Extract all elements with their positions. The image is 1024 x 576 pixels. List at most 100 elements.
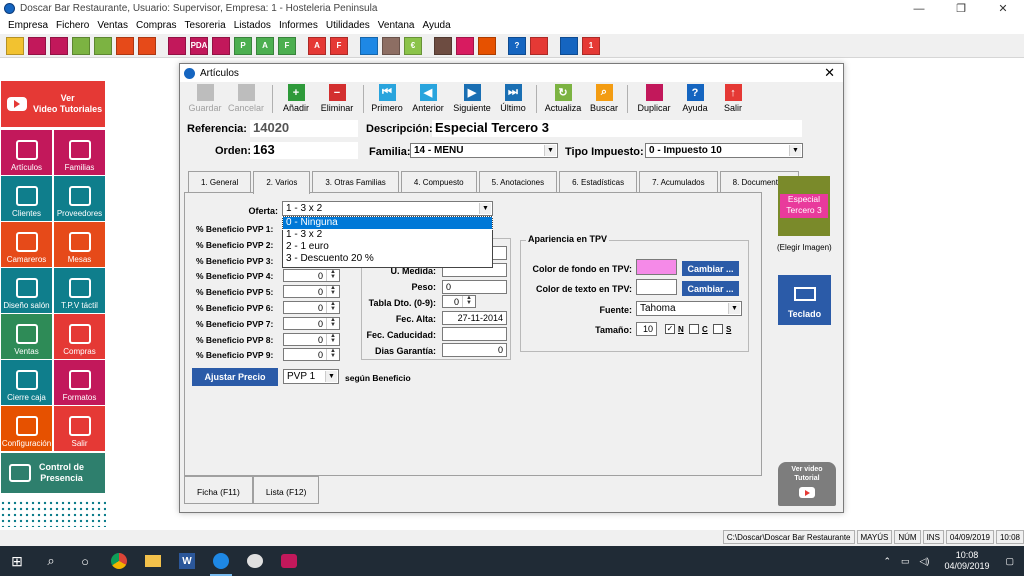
control-presencia-button[interactable]: Control de Presencia [1, 453, 105, 493]
f-red-icon[interactable]: F [330, 36, 348, 55]
tab-4[interactable]: 4. Compuesto [400, 171, 477, 192]
volume-icon[interactable]: ◁) [920, 556, 930, 567]
cambiar-texto-button[interactable]: Cambiar ... [682, 281, 739, 296]
doc-icon[interactable] [382, 36, 400, 55]
menu-informes[interactable]: Informes [275, 20, 322, 31]
ajustar-precio-button[interactable]: Ajustar Precio [192, 368, 278, 386]
guardar-button[interactable]: Guardar [186, 82, 224, 118]
tile-configuracion[interactable]: Configuración [1, 406, 52, 451]
phone-icon[interactable] [434, 36, 452, 55]
tipo-impuesto-select[interactable]: 0 - Impuesto 10 ▼ [645, 143, 803, 158]
duplicar-button[interactable]: Duplicar [632, 82, 676, 118]
oferta-option[interactable]: 1 - 3 x 2 [283, 229, 492, 241]
menu-ventas[interactable]: Ventas [93, 20, 132, 31]
añadir-button[interactable]: + Añadir [277, 82, 315, 118]
tile-compras[interactable]: Compras [54, 314, 105, 359]
tamano-field[interactable]: 10 [636, 322, 657, 336]
dias-garantia-field[interactable]: 0 [442, 343, 507, 357]
check-c[interactable] [689, 324, 699, 334]
close-button[interactable]: ✕ [982, 0, 1024, 17]
elegir-imagen-link[interactable]: (Elegir Imagen) [777, 243, 832, 252]
tile-cierre-caja[interactable]: Cierre caja [1, 360, 52, 405]
doc-green-icon[interactable] [94, 36, 112, 55]
tile-tpv-tactil[interactable]: T.P.V táctil [54, 268, 105, 313]
network-icon[interactable]: ▭ [901, 556, 910, 567]
beneficio-pvp-spinner[interactable]: 0▲▼ [283, 269, 340, 283]
anterior-button[interactable]: ◀ Anterior [406, 82, 450, 118]
pvp-select[interactable]: PVP 1 ▼ [283, 369, 339, 384]
tile-proveedores[interactable]: Proveedores [54, 176, 105, 221]
beneficio-pvp-spinner[interactable]: 0▲▼ [283, 316, 340, 330]
check-n[interactable]: ✓ [665, 324, 675, 334]
safe-icon[interactable] [360, 36, 378, 55]
article-image[interactable]: Especial Tercero 3 [778, 176, 830, 236]
task-view-icon[interactable]: ○ [68, 546, 102, 576]
tile-ventas[interactable]: Ventas [1, 314, 52, 359]
beneficio-pvp-spinner[interactable]: 0▲▼ [283, 285, 340, 299]
tab-2[interactable]: 2. Varios [253, 171, 311, 194]
tabla-dto-spinner[interactable]: 0 ▲ ▼ [442, 295, 476, 308]
ver-video-tutorial-button[interactable]: Ver video Tutorial [778, 462, 836, 506]
tile-clientes[interactable]: Clientes [1, 176, 52, 221]
settings-icon[interactable] [456, 36, 474, 55]
a-red-icon[interactable]: A [308, 36, 326, 55]
cambiar-fondo-button[interactable]: Cambiar ... [682, 261, 739, 276]
chrome-icon[interactable] [102, 546, 136, 576]
tile-familias[interactable]: Familias [54, 130, 105, 175]
tab-6[interactable]: 6. Estadísticas [559, 171, 638, 192]
exit-icon[interactable] [530, 36, 548, 55]
descripcion-field[interactable]: Especial Tercero 3 [432, 120, 802, 137]
beneficio-pvp-spinner[interactable]: 0▲▼ [283, 301, 340, 314]
search-icon[interactable]: ⌕ [34, 546, 68, 576]
doscar-app-icon[interactable] [204, 546, 238, 576]
fec-alta-field[interactable]: 27-11-2014 [442, 311, 507, 325]
clock[interactable]: 10:08 04/09/2019 [944, 550, 989, 572]
paint-icon[interactable] [238, 546, 272, 576]
cancelar-button[interactable]: Cancelar [224, 82, 268, 118]
salir-button[interactable]: ↑ Salir [714, 82, 752, 118]
tab-3[interactable]: 3. Otras Familias [312, 171, 399, 192]
tab-5[interactable]: 5. Anotaciones [478, 171, 558, 192]
chevron-down-icon[interactable]: ▼ [325, 371, 337, 382]
tab-lista[interactable]: Lista (F12) [252, 476, 320, 504]
pda-icon[interactable]: PDA [190, 36, 208, 55]
menu-tesoreria[interactable]: Tesoreria [181, 20, 230, 31]
peso-field[interactable]: 0 [442, 280, 507, 294]
último-button[interactable]: ⏭ Último [494, 82, 532, 118]
tab-ficha[interactable]: Ficha (F11) [184, 476, 253, 504]
maximize-button[interactable]: ❐ [940, 0, 982, 17]
oferta-option[interactable]: 3 - Descuento 20 % [283, 253, 492, 265]
video-tutorials-button[interactable]: Ver Video Tutoriales [1, 81, 105, 127]
siguiente-button[interactable]: ▶ Siguiente [450, 82, 494, 118]
smile-icon[interactable] [72, 36, 90, 55]
people-icon[interactable] [28, 36, 46, 55]
menu-utilidades[interactable]: Utilidades [322, 20, 374, 31]
spinner-arrows-icon[interactable]: ▲▼ [326, 317, 339, 329]
word-icon[interactable]: W [170, 546, 204, 576]
chevron-up-icon[interactable]: ⌃ [883, 556, 891, 567]
spinner-arrows-icon[interactable]: ▲▼ [326, 301, 339, 313]
tools-icon[interactable] [560, 36, 578, 55]
spinner-arrows-icon[interactable]: ▲▼ [462, 295, 475, 307]
star-icon[interactable]: 1 [582, 36, 600, 55]
a-icon[interactable]: A [256, 36, 274, 55]
chevron-down-icon[interactable]: ▼ [728, 303, 740, 314]
dialog-close-button[interactable]: ✕ [824, 65, 835, 81]
snipping-tool-icon[interactable] [272, 546, 306, 576]
color-fondo-swatch[interactable] [636, 259, 677, 275]
oferta-option[interactable]: 2 - 1 euro [283, 241, 492, 253]
screen-icon[interactable] [168, 36, 186, 55]
chevron-down-icon[interactable]: ▼ [479, 203, 491, 214]
fuente-select[interactable]: Tahoma ▼ [636, 301, 742, 316]
beneficio-pvp-spinner[interactable]: 0▲▼ [283, 348, 340, 362]
tables-icon[interactable] [138, 36, 156, 55]
file-explorer-icon[interactable] [136, 546, 170, 576]
notifications-icon[interactable]: ▢ [1005, 556, 1014, 567]
menu-empresa[interactable]: Empresa [4, 20, 52, 31]
windows-start-icon[interactable]: ⊞ [0, 546, 34, 576]
menu-listados[interactable]: Listados [230, 20, 275, 31]
color-texto-swatch[interactable] [636, 279, 677, 295]
spinner-arrows-icon[interactable]: ▲▼ [326, 269, 339, 282]
referencia-field[interactable]: 14020 [250, 120, 358, 137]
spinner-arrows-icon[interactable]: ▲▼ [326, 285, 339, 298]
